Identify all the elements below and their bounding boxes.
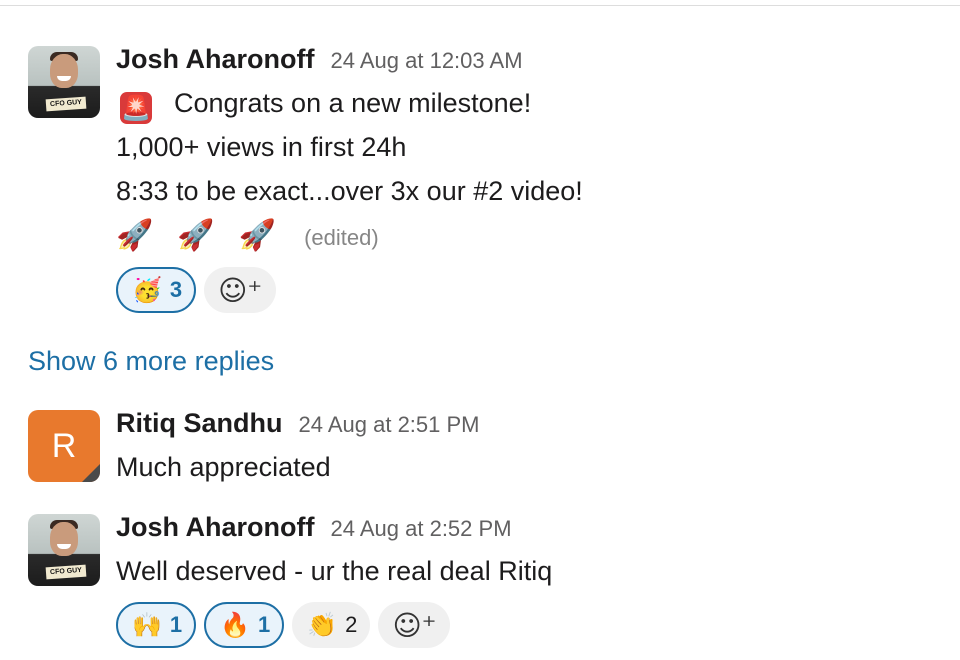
reaction-raised-hands[interactable]: 🙌 1	[116, 602, 197, 648]
message-line: Well deserved - ur the real deal Ritiq	[116, 556, 553, 586]
reaction-count: 1	[169, 612, 183, 637]
clapping-hands-emoji-icon: 👏	[307, 611, 338, 639]
add-reaction-icon: ☺⁺	[218, 273, 263, 307]
siren-emoji-icon: 🚨	[120, 92, 152, 124]
add-reaction-button[interactable]: ☺⁺	[378, 602, 451, 648]
avatar-face	[50, 522, 78, 556]
rocket-emoji-icon: 🚀	[177, 218, 215, 253]
raised-hands-emoji-icon: 🙌	[132, 611, 162, 639]
avatar-status-corner	[82, 464, 100, 482]
avatar-face	[50, 54, 78, 88]
window-top-edge	[0, 0, 960, 6]
message-header: Ritiq Sandhu 24 Aug at 2:51 PM	[116, 408, 480, 439]
message-header: Josh Aharonoff 24 Aug at 2:52 PM	[116, 512, 512, 543]
reaction-party-face[interactable]: 🥳 3	[116, 267, 197, 313]
avatar[interactable]: CFO GUY	[28, 46, 100, 118]
rocket-emoji-icon: 🚀	[116, 218, 154, 253]
reaction-clapping-hands[interactable]: 👏 2	[292, 602, 371, 648]
add-reaction-icon: ☺⁺	[392, 608, 437, 642]
reaction-bar: 🙌 1 🔥 1 👏 2 ☺⁺	[116, 602, 451, 648]
reaction-fire[interactable]: 🔥 1	[204, 602, 285, 648]
show-more-replies-link[interactable]: Show 6 more replies	[28, 346, 274, 377]
avatar[interactable]: CFO GUY	[28, 514, 100, 586]
author-name[interactable]: Josh Aharonoff	[116, 44, 315, 75]
rocket-line: 🚀 🚀 🚀 (edited)	[116, 218, 379, 253]
party-face-emoji-icon: 🥳	[132, 276, 162, 304]
message-line: Much appreciated	[116, 452, 331, 482]
avatar-initial: R	[51, 427, 77, 465]
reaction-count: 3	[169, 277, 183, 302]
author-name[interactable]: Josh Aharonoff	[116, 512, 315, 543]
edited-label: (edited)	[304, 225, 379, 250]
avatar-badge: CFO GUY	[45, 564, 87, 580]
reaction-bar: 🥳 3 ☺⁺	[116, 267, 277, 313]
fire-emoji-icon: 🔥	[220, 611, 251, 639]
message-timestamp[interactable]: 24 Aug at 2:52 PM	[331, 516, 512, 542]
add-reaction-button[interactable]: ☺⁺	[204, 267, 277, 313]
message-timestamp[interactable]: 24 Aug at 12:03 AM	[331, 48, 523, 74]
author-name[interactable]: Ritiq Sandhu	[116, 408, 282, 439]
avatar-badge: CFO GUY	[45, 96, 87, 112]
message-text: Congrats on a new milestone!	[174, 88, 532, 118]
message-header: Josh Aharonoff 24 Aug at 12:03 AM	[116, 44, 523, 75]
message-line: 1,000+ views in first 24h	[116, 132, 407, 162]
avatar[interactable]: R	[28, 410, 100, 482]
message-timestamp[interactable]: 24 Aug at 2:51 PM	[298, 412, 479, 438]
reaction-count: 2	[345, 612, 358, 637]
rocket-emoji-icon: 🚀	[238, 218, 277, 253]
reaction-count: 1	[258, 612, 271, 637]
message-line: 🚨 Congrats on a new milestone!	[116, 88, 531, 124]
message-line: 8:33 to be exact...over 3x our #2 video!	[116, 176, 583, 206]
